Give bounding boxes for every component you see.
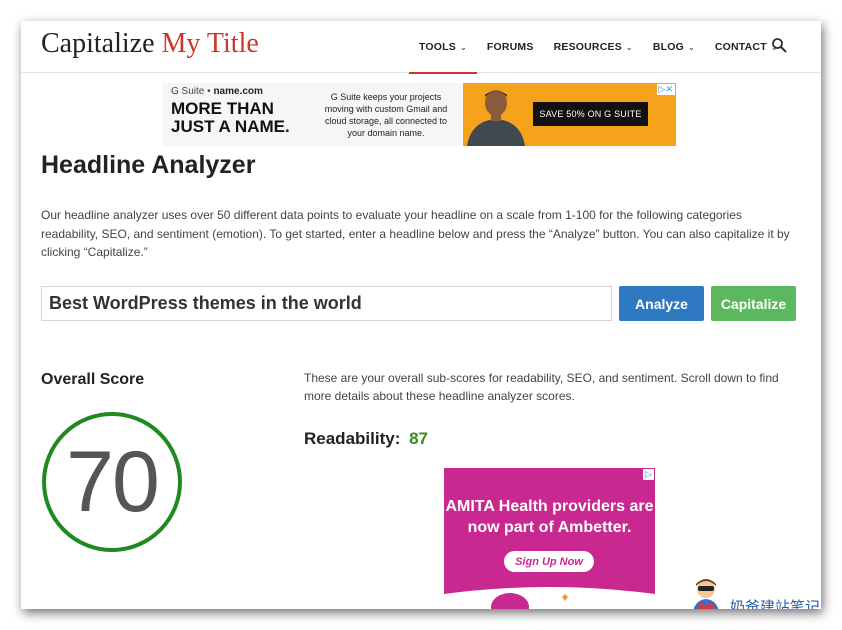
- logo-text-part2: My Title: [161, 28, 259, 59]
- headline-input[interactable]: [41, 286, 612, 321]
- ad-headline: MORE THAN JUST A NAME.: [171, 100, 290, 136]
- site-header: Capitalize My Title TOOLS ⌄ FORUMS RESOU…: [21, 21, 821, 74]
- ad-headline-line2: JUST A NAME.: [171, 117, 290, 136]
- ad-signup-button[interactable]: Sign Up Now: [504, 551, 594, 572]
- ad-headline-line1: MORE THAN: [171, 99, 274, 118]
- sidebar-ad[interactable]: AMITA Health providers are now part of A…: [444, 468, 655, 609]
- nav-item-blog[interactable]: BLOG ⌄: [643, 21, 705, 73]
- readability-score: Readability: 87: [304, 429, 428, 449]
- nav-item-resources[interactable]: RESOURCES ⌄: [544, 21, 643, 73]
- nav-item-label: FORUMS: [486, 41, 534, 53]
- analyze-button[interactable]: Analyze: [619, 286, 704, 321]
- nav-item-label: RESOURCES: [553, 41, 622, 53]
- chevron-down-icon: ⌄: [625, 42, 633, 52]
- capitalize-button[interactable]: Capitalize: [711, 286, 796, 321]
- overall-score-value: 70: [66, 433, 160, 530]
- subscores-description: These are your overall sub-scores for re…: [304, 371, 779, 403]
- nav-item-forums[interactable]: FORUMS: [477, 21, 544, 73]
- adchoices-icon[interactable]: ▷: [643, 469, 654, 480]
- ad-wave-graphic: [444, 587, 655, 609]
- ad-brand-namecom: name.com: [213, 86, 263, 97]
- main-nav: TOOLS ⌄ FORUMS RESOURCES ⌄ BLOG ⌄ CONTAC…: [409, 21, 788, 74]
- site-logo[interactable]: Capitalize My Title: [41, 28, 259, 60]
- ad-brand-gsuite: G Suite: [171, 86, 205, 97]
- ad-brand-separator: •: [207, 86, 211, 97]
- page-title: Headline Analyzer: [41, 151, 256, 179]
- intro-paragraph: Our headline analyzer uses over 50 diffe…: [41, 208, 790, 259]
- ad-brand: G Suite • name.com: [171, 86, 263, 97]
- overall-score-label: Overall Score: [41, 371, 145, 388]
- ad-right-text: AMITA Health providers are now part of A…: [445, 498, 654, 536]
- search-icon[interactable]: [771, 37, 787, 53]
- nav-item-label: BLOG: [652, 41, 684, 53]
- watermark-avatar-icon: [693, 579, 719, 609]
- banner-ad[interactable]: G Suite • name.com MORE THAN JUST A NAME…: [163, 83, 676, 146]
- watermark-text: 奶爸建站笔记: [730, 598, 821, 609]
- readability-value: 87: [409, 429, 429, 448]
- ad-cta-button[interactable]: SAVE 50% ON G SUITE: [533, 102, 648, 126]
- logo-text-part1: Capitalize: [41, 28, 155, 59]
- ad-body-text: G Suite keeps your projects moving with …: [324, 92, 448, 138]
- readability-label: Readability:: [304, 429, 401, 448]
- adchoices-icon[interactable]: ▷✕: [656, 84, 675, 95]
- chevron-down-icon: ⌄: [687, 42, 695, 52]
- chevron-down-icon: ⌄: [459, 42, 467, 52]
- nav-item-tools[interactable]: TOOLS ⌄: [409, 21, 477, 74]
- browser-viewport: Capitalize My Title TOOLS ⌄ FORUMS RESOU…: [21, 21, 821, 609]
- ad-person-image: [463, 83, 529, 146]
- nav-item-label: TOOLS: [419, 41, 456, 53]
- nav-item-label: CONTACT: [714, 41, 767, 53]
